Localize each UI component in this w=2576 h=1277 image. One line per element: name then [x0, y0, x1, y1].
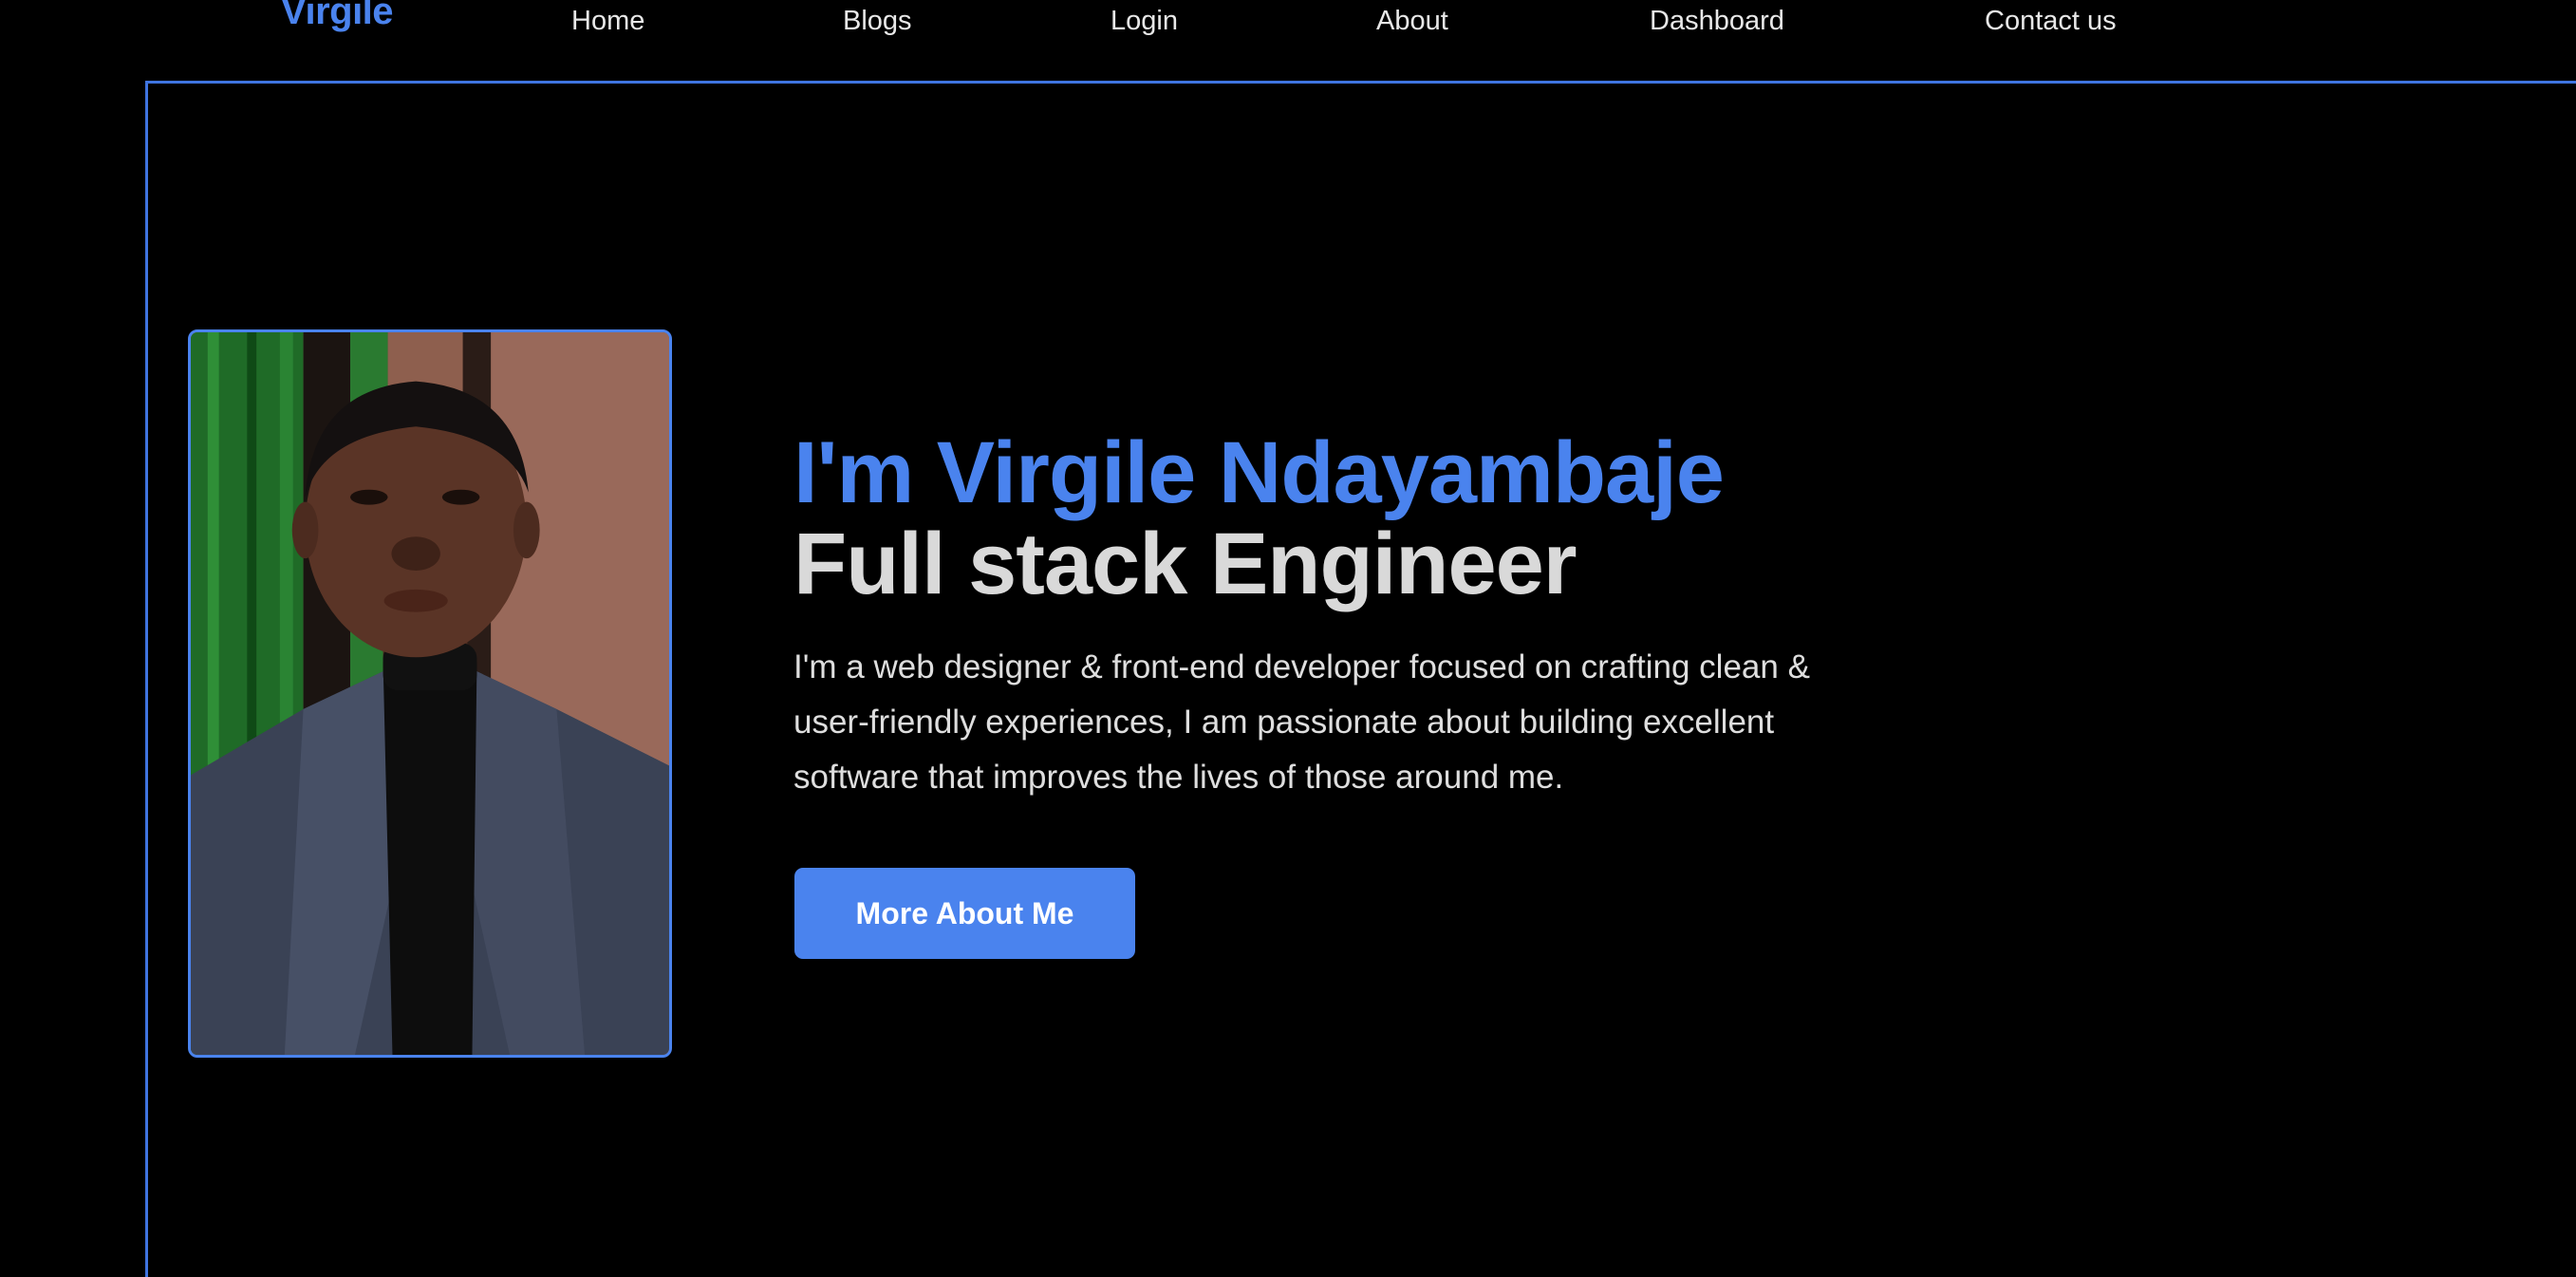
- nav-link-contact[interactable]: Contact us: [1985, 4, 2117, 38]
- top-navigation: Virgile Home Blogs Login About Dashboard…: [0, 0, 2576, 76]
- nav-link-login[interactable]: Login: [1111, 4, 1178, 38]
- profile-photo-illustration: [191, 332, 669, 1055]
- profile-photo: [188, 329, 672, 1058]
- hero-description: I'm a web designer & front-end developer…: [793, 648, 1810, 796]
- hero-name-heading: I'm Virgile Ndayambaje: [793, 424, 1725, 521]
- hero-role-heading: Full stack Engineer: [793, 516, 1577, 612]
- nav-link-about[interactable]: About: [1376, 4, 1448, 38]
- nav-link-dashboard[interactable]: Dashboard: [1650, 4, 1784, 38]
- site-logo[interactable]: Virgile: [281, 0, 394, 34]
- nav-link-home[interactable]: Home: [571, 4, 644, 38]
- nav-link-blogs[interactable]: Blogs: [843, 4, 912, 38]
- more-about-me-button[interactable]: More About Me: [794, 868, 1135, 959]
